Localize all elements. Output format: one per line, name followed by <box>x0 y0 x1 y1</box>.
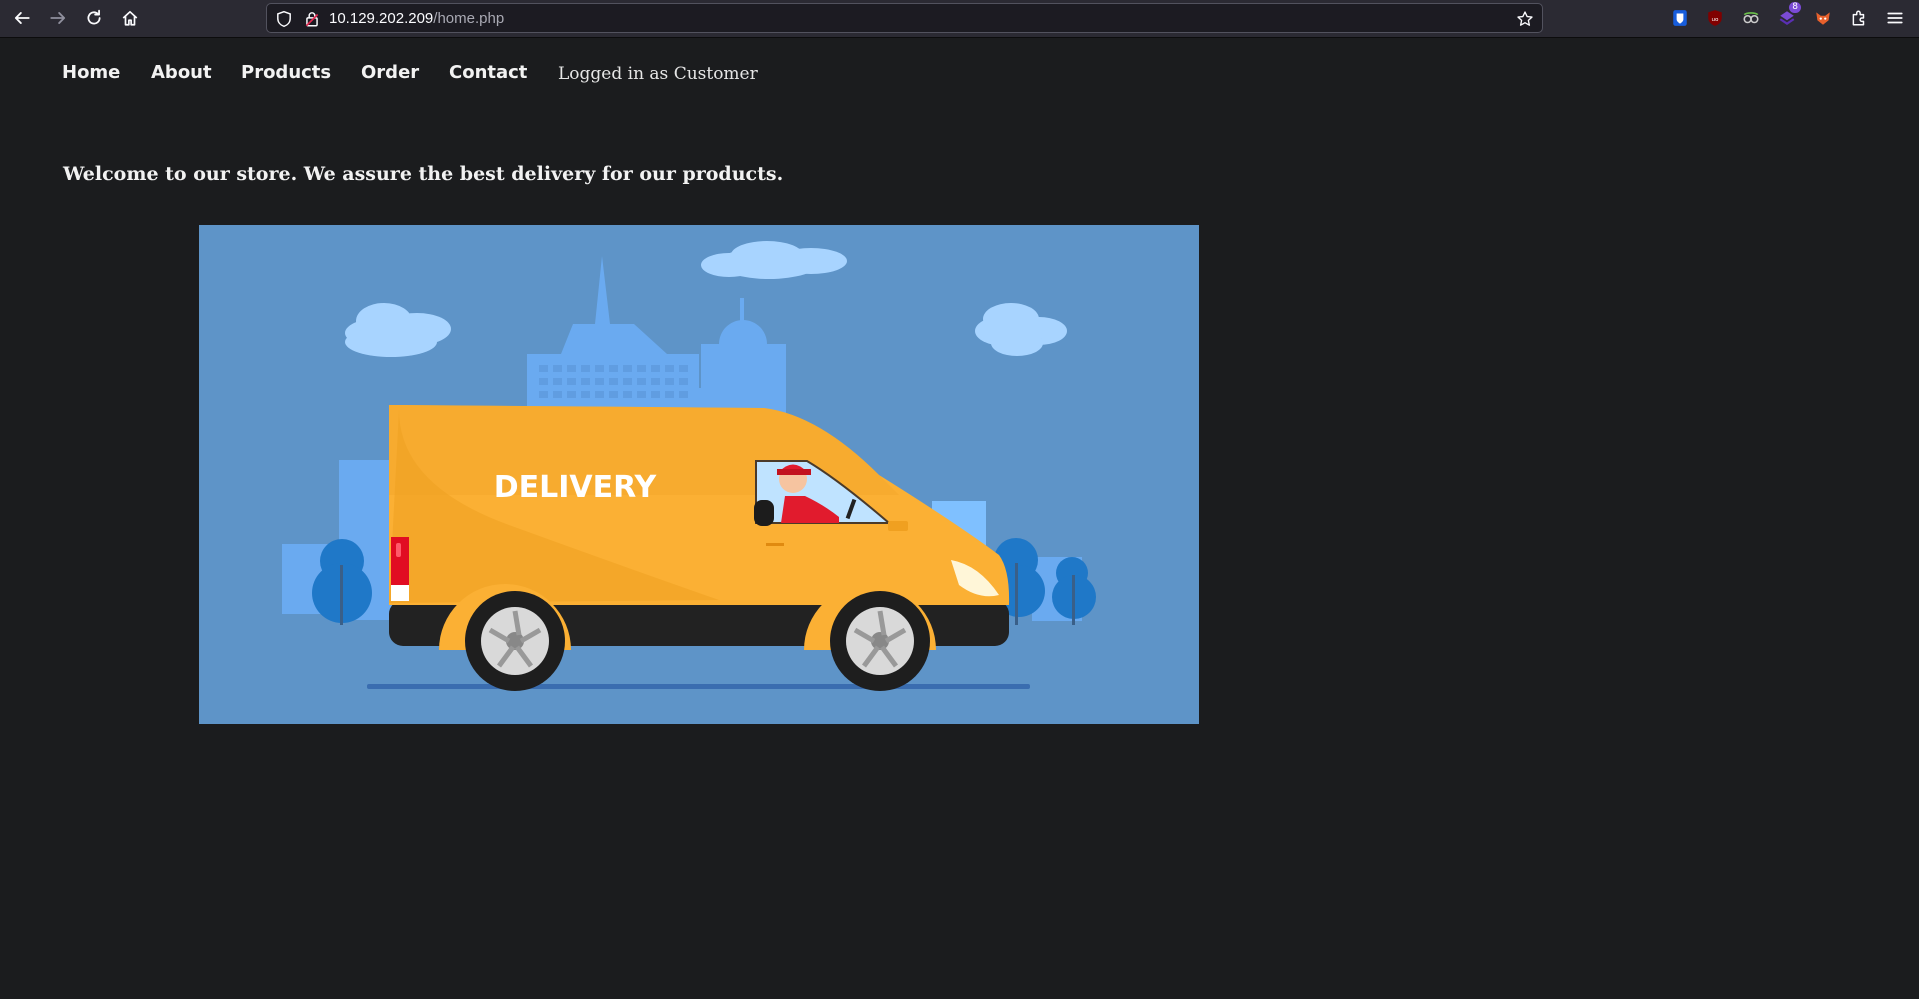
rear-wheel <box>465 591 565 691</box>
nav-products-link[interactable]: Products <box>241 62 331 83</box>
forward-arrow-icon <box>50 12 66 24</box>
welcome-message: Welcome to our store. We assure the best… <box>63 163 784 185</box>
extensions-puzzle-icon[interactable] <box>1849 8 1869 28</box>
home-button[interactable] <box>117 5 143 31</box>
van-delivery-text: DELIVERY <box>494 470 658 505</box>
menu-hamburger-icon[interactable] <box>1885 8 1905 28</box>
front-wheel <box>830 591 930 691</box>
foxyproxy-icon[interactable] <box>1813 8 1833 28</box>
building-windows <box>539 365 688 398</box>
lock-icon[interactable] <box>303 10 321 28</box>
forward-button[interactable] <box>45 5 71 31</box>
privacy-badger-icon[interactable] <box>1741 8 1761 28</box>
delivery-van-illustration: DELIVERY <box>199 225 1199 724</box>
shield-icon[interactable] <box>275 10 293 28</box>
svg-text:uo: uo <box>1712 17 1720 23</box>
bookmark-star-icon[interactable] <box>1516 10 1534 28</box>
reload-button[interactable] <box>81 5 107 31</box>
road-line <box>367 684 1030 689</box>
login-status: Logged in as Customer <box>558 64 758 84</box>
delivery-hero-image: DELIVERY <box>199 225 1199 724</box>
bitwarden-icon[interactable] <box>1670 8 1690 28</box>
nav-about-link[interactable]: About <box>151 62 212 83</box>
browser-toolbar: 10.129.202.209/home.php uo 8 <box>0 0 1919 38</box>
nav-order-link[interactable]: Order <box>361 62 419 83</box>
url-path: /home.php <box>433 10 505 27</box>
home-icon <box>122 10 138 26</box>
url-host: 10.129.202.209 <box>329 10 434 27</box>
extension-badge: 8 <box>1789 2 1801 13</box>
notification-extension-icon[interactable]: 8 <box>1777 2 1801 28</box>
nav-contact-link[interactable]: Contact <box>449 62 527 83</box>
back-button[interactable] <box>9 5 35 31</box>
back-arrow-icon <box>14 12 30 24</box>
nav-home-link[interactable]: Home <box>62 62 120 83</box>
reload-icon <box>87 9 101 25</box>
url-text: 10.129.202.209/home.php <box>329 10 504 27</box>
address-bar[interactable]: 10.129.202.209/home.php <box>266 3 1543 33</box>
ublock-icon[interactable]: uo <box>1705 8 1725 28</box>
